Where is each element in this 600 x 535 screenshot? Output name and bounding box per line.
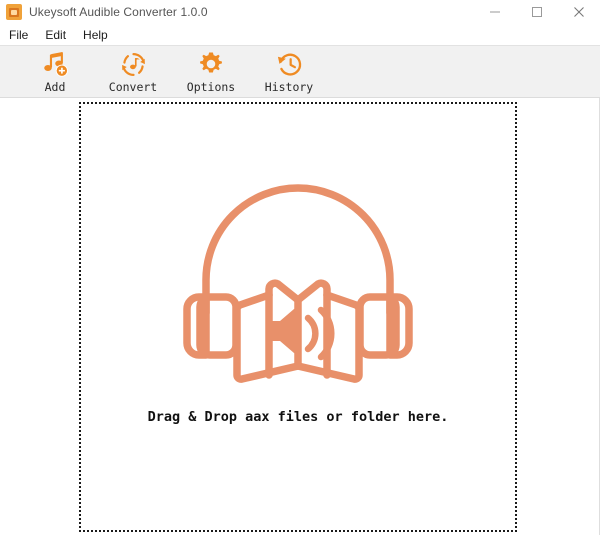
window-controls — [474, 0, 600, 24]
toolbar-button-convert[interactable]: Convert — [94, 48, 172, 94]
file-dropzone[interactable]: Drag & Drop aax files or folder here. — [79, 102, 517, 532]
menu-bar: File Edit Help — [0, 24, 600, 46]
menu-item-file[interactable]: File — [9, 26, 37, 44]
close-icon — [574, 7, 584, 17]
toolbar-button-add[interactable]: Add — [16, 48, 94, 94]
music-note-add-icon — [42, 50, 69, 78]
window-title: Ukeysoft Audible Converter 1.0.0 — [29, 5, 208, 19]
toolbar-label-convert: Convert — [108, 80, 158, 94]
app-window: Ukeysoft Audible Converter 1.0.0 File Ed… — [0, 0, 600, 535]
convert-refresh-note-icon — [120, 50, 147, 78]
close-button[interactable] — [558, 0, 600, 24]
toolbar-label-history: History — [264, 80, 314, 94]
maximize-icon — [532, 7, 542, 17]
toolbar: Add Convert Options History — [0, 46, 600, 98]
title-bar: Ukeysoft Audible Converter 1.0.0 — [0, 0, 600, 24]
toolbar-label-add: Add — [44, 80, 66, 94]
toolbar-label-options: Options — [186, 80, 236, 94]
app-logo-icon — [6, 4, 22, 20]
menu-item-edit[interactable]: Edit — [45, 26, 75, 44]
gear-icon — [198, 50, 224, 78]
dropzone-message: Drag & Drop aax files or folder here. — [147, 409, 449, 425]
audiobook-headphones-book-icon — [177, 177, 419, 393]
minimize-icon — [490, 11, 500, 13]
toolbar-button-history[interactable]: History — [250, 48, 328, 94]
maximize-button[interactable] — [516, 0, 558, 24]
menu-item-help[interactable]: Help — [83, 26, 117, 44]
main-content: Drag & Drop aax files or folder here. — [0, 98, 600, 535]
minimize-button[interactable] — [474, 0, 516, 24]
clock-history-icon — [276, 50, 303, 78]
toolbar-button-options[interactable]: Options — [172, 48, 250, 94]
